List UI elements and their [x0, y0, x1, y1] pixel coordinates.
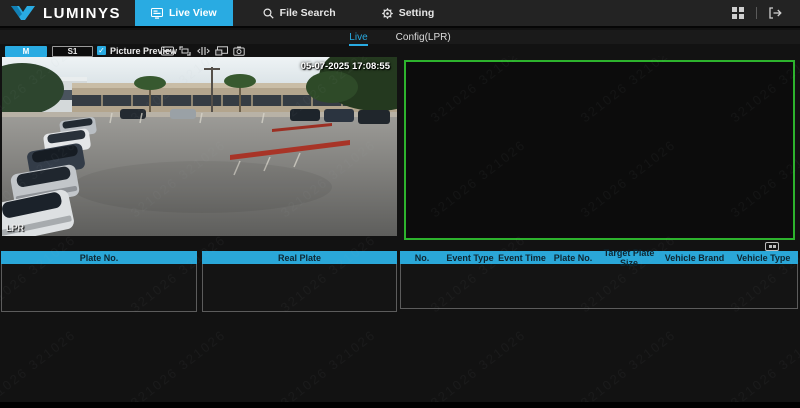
live-video-tile[interactable]: 05-07-2025 17:08:55 LPR — [2, 57, 397, 236]
snapshot-camera-icon[interactable] — [232, 45, 246, 57]
plate-overlay-icon[interactable] — [160, 45, 174, 57]
capture-area-icon[interactable] — [178, 45, 192, 57]
tab-file-search[interactable]: File Search — [247, 0, 352, 26]
view-subtabs: Live Config(LPR) — [0, 30, 800, 44]
video-timestamp: 05-07-2025 17:08:55 — [301, 61, 390, 72]
main-nav: Live View File Search — [135, 0, 450, 26]
col-no: No. — [400, 253, 444, 263]
col-target-plate-size: Target Plate Size — [598, 248, 660, 268]
col-plate-no: Plate No. — [548, 253, 598, 263]
app-window: LUMINYS Live View File Search — [0, 0, 800, 408]
tab-live-view[interactable]: Live View — [135, 0, 233, 26]
stream-s1-button[interactable]: S1 — [52, 46, 93, 57]
tab-setting[interactable]: Setting — [366, 0, 451, 26]
plate-no-panel: Plate No. — [1, 251, 197, 312]
brand-name: LUMINYS — [43, 5, 121, 22]
bottom-strip — [0, 402, 800, 408]
plate-snapshot-panel — [404, 60, 795, 240]
parking-lot-scene — [2, 57, 397, 236]
expand-panel-button[interactable] — [765, 242, 779, 251]
top-navbar: LUMINYS Live View File Search — [0, 0, 800, 28]
col-vehicle-type: Vehicle Type — [729, 253, 798, 263]
plate-no-header: Plate No. — [1, 251, 197, 264]
real-plate-list[interactable] — [202, 264, 397, 312]
subtab-config-lpr[interactable]: Config(LPR) — [396, 32, 451, 43]
layout-grid-icon[interactable] — [732, 7, 744, 19]
col-event-type: Event Type — [444, 253, 496, 263]
plate-no-list[interactable] — [1, 264, 197, 312]
event-table-body[interactable] — [400, 264, 798, 309]
live-view-icon — [151, 8, 163, 19]
subtab-live[interactable]: Live — [349, 32, 367, 43]
mode-button[interactable]: M — [5, 46, 47, 57]
toolbar-icons — [160, 45, 246, 57]
move-rule-icon[interactable] — [196, 45, 210, 57]
video-toolbar: M S1 ✓ Picture Preview — [0, 44, 800, 58]
tab-live-view-label: Live View — [169, 7, 217, 19]
real-plate-panel: Real Plate — [202, 251, 397, 312]
picture-preview-checkbox[interactable]: ✓ — [97, 46, 106, 55]
logout-icon[interactable] — [769, 7, 782, 19]
video-channel-label: LPR — [6, 223, 24, 233]
event-table-panel: No. Event Type Event Time Plate No. Targ… — [400, 251, 798, 309]
gear-icon — [382, 8, 393, 19]
col-event-time: Event Time — [496, 253, 548, 263]
tab-setting-label: Setting — [399, 7, 435, 19]
header-divider — [756, 7, 757, 19]
header-actions — [732, 7, 800, 19]
real-plate-header: Real Plate — [202, 251, 397, 264]
event-table-header-row: No. Event Type Event Time Plate No. Targ… — [400, 251, 798, 264]
luminys-logo-icon — [10, 4, 36, 22]
tab-file-search-label: File Search — [280, 7, 336, 19]
search-icon — [263, 8, 274, 19]
brand-logo: LUMINYS — [0, 4, 135, 22]
display-window-icon[interactable] — [214, 45, 228, 57]
col-vehicle-brand: Vehicle Brand — [660, 253, 729, 263]
